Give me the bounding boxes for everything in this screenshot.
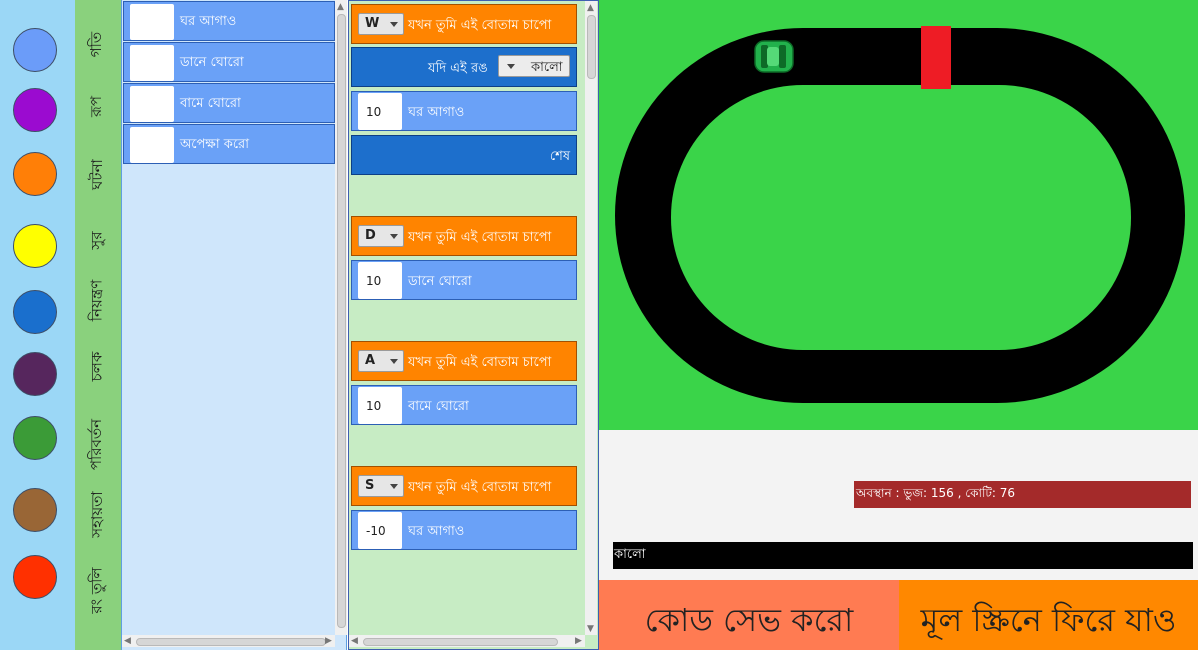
color-swatch-purple[interactable]	[13, 88, 57, 132]
key-value: W	[365, 16, 380, 31]
category-label: নিয়ন্ত্রণ	[87, 279, 106, 321]
key-dropdown[interactable]: A	[358, 350, 404, 372]
scrollbar-thumb[interactable]	[337, 14, 346, 628]
script-workspace: W যখন তুমি এই বোতাম চাপো যদি এই রঙ কালো …	[348, 0, 599, 650]
color-palette	[0, 0, 75, 650]
block-label: ডানে ঘোরো	[180, 55, 244, 70]
color-swatch-yellow[interactable]	[13, 224, 57, 268]
scroll-right-arrow[interactable]: ▶	[325, 636, 332, 646]
chevron-down-icon	[507, 64, 515, 69]
key-value: A	[365, 353, 376, 368]
library-block-wait[interactable]: অপেক্ষা করো	[123, 124, 335, 164]
block-label: ঘর আগাও	[180, 14, 237, 29]
event-block-key-a[interactable]: A যখন তুমি এই বোতাম চাপো	[351, 341, 577, 381]
category-label: চলক	[87, 351, 106, 381]
color-swatch-dark-purple[interactable]	[13, 352, 57, 396]
scroll-left-arrow[interactable]: ◀	[124, 636, 131, 646]
color-swatch-green[interactable]	[13, 416, 57, 460]
save-code-button[interactable]: কোড সেভ করো	[599, 580, 899, 650]
end-block[interactable]: শেষ	[351, 135, 577, 175]
condition-label: যদি এই রঙ	[428, 61, 488, 76]
color-value: কালো	[531, 60, 563, 75]
position-readout: অবস্থান : ভুজ: 156 , কোটি: 76	[854, 481, 1191, 508]
detected-color-readout: কালো	[613, 542, 1193, 569]
event-block-key-d[interactable]: D যখন তুমি এই বোতাম চাপো	[351, 216, 577, 256]
turn-right-block[interactable]: 10 ডানে ঘোরো	[351, 260, 577, 300]
event-label: যখন তুমি এই বোতাম চাপো	[408, 230, 552, 245]
category-label: রূপ	[87, 95, 106, 117]
key-value: D	[365, 228, 376, 243]
workspace-vertical-scrollbar[interactable]: ▲ ▼	[585, 1, 597, 635]
chevron-down-icon	[390, 484, 398, 489]
color-dropdown[interactable]: কালো	[498, 55, 570, 77]
scroll-up-arrow[interactable]: ▲	[337, 2, 344, 12]
library-block-move[interactable]: ঘর আগাও	[123, 1, 335, 41]
block-input-slot	[130, 127, 174, 163]
move-back-block[interactable]: -10 ঘর আগাও	[351, 510, 577, 550]
block-label: ঘর আগাও	[408, 105, 465, 120]
step-value-input[interactable]: -10	[358, 512, 402, 549]
key-value: S	[365, 478, 375, 493]
key-dropdown[interactable]: S	[358, 475, 404, 497]
step-value-input[interactable]: 10	[358, 262, 402, 299]
scrollbar-thumb[interactable]	[587, 15, 596, 79]
event-label: যখন তুমি এই বোতাম চাপো	[408, 480, 552, 495]
color-swatch-red[interactable]	[13, 555, 57, 599]
block-input-slot	[130, 86, 174, 122]
event-label: যখন তুমি এই বোতাম চাপো	[408, 18, 552, 33]
race-track-canvas	[615, 26, 1185, 403]
scroll-down-arrow[interactable]: ▼	[587, 624, 594, 634]
category-label: সুর	[87, 230, 106, 250]
block-label: অপেক্ষা করো	[180, 137, 249, 152]
category-tabs: গতি রূপ ঘটনা সুর নিয়ন্ত্রণ চলক পরিবর্তন…	[75, 0, 121, 650]
block-label: বামে ঘোরো	[180, 96, 241, 111]
chevron-down-icon	[390, 359, 398, 364]
scroll-left-arrow[interactable]: ◀	[351, 636, 358, 646]
chevron-down-icon	[390, 234, 398, 239]
library-vertical-scrollbar[interactable]: ▲	[335, 0, 347, 635]
back-to-main-button[interactable]: মূল স্ক্রিনে ফিরে যাও	[899, 580, 1198, 650]
block-input-slot	[130, 4, 174, 40]
library-block-turn-left[interactable]: বামে ঘোরো	[123, 83, 335, 123]
block-label: বামে ঘোরো	[408, 399, 469, 414]
turn-left-block[interactable]: 10 বামে ঘোরো	[351, 385, 577, 425]
game-stage	[599, 0, 1198, 430]
scrollbar-thumb[interactable]	[136, 638, 326, 646]
if-color-block[interactable]: যদি এই রঙ কালো	[351, 47, 577, 87]
block-label: ডানে ঘোরো	[408, 274, 472, 289]
category-label: গতি	[87, 31, 106, 57]
block-library: ঘর আগাও ডানে ঘোরো বামে ঘোরো অপেক্ষা করো …	[121, 0, 347, 650]
key-dropdown[interactable]: D	[358, 225, 404, 247]
step-value-input[interactable]: 10	[358, 387, 402, 424]
move-block[interactable]: 10 ঘর আগাও	[351, 91, 577, 131]
event-label: যখন তুমি এই বোতাম চাপো	[408, 355, 552, 370]
end-label: শেষ	[549, 149, 570, 164]
scrollbar-thumb[interactable]	[363, 638, 558, 646]
event-block-key-w[interactable]: W যখন তুমি এই বোতাম চাপো	[351, 4, 577, 44]
library-horizontal-scrollbar[interactable]: ◀ ▶	[122, 635, 335, 647]
category-label: সহায়তা	[87, 490, 106, 538]
block-input-slot	[130, 45, 174, 81]
library-block-turn-right[interactable]: ডানে ঘোরো	[123, 42, 335, 82]
chevron-down-icon	[390, 22, 398, 27]
color-swatch-light-blue[interactable]	[13, 28, 57, 72]
color-swatch-blue[interactable]	[13, 290, 57, 334]
color-swatch-orange[interactable]	[13, 152, 57, 196]
key-dropdown[interactable]: W	[358, 13, 404, 35]
scroll-up-arrow[interactable]: ▲	[587, 3, 594, 13]
category-label: রং তুলি	[87, 566, 106, 614]
event-block-key-s[interactable]: S যখন তুমি এই বোতাম চাপো	[351, 466, 577, 506]
car-icon[interactable]	[754, 40, 794, 73]
category-label: ঘটনা	[87, 158, 106, 190]
race-track-infield	[671, 85, 1131, 350]
finish-line	[921, 26, 951, 89]
step-value-input[interactable]: 10	[358, 93, 402, 130]
block-label: ঘর আগাও	[408, 524, 465, 539]
category-label: পরিবর্তন	[87, 418, 106, 470]
workspace-horizontal-scrollbar[interactable]: ◀ ▶	[349, 635, 585, 647]
color-swatch-brown[interactable]	[13, 488, 57, 532]
scroll-right-arrow[interactable]: ▶	[575, 636, 582, 646]
